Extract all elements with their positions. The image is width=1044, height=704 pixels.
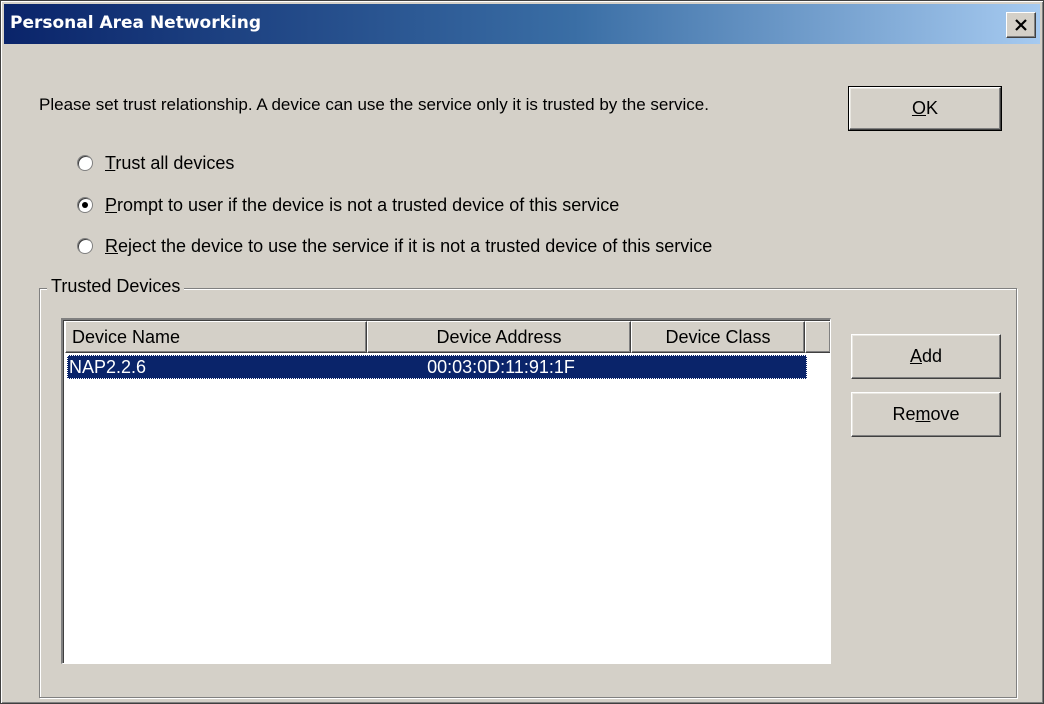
remove-button-label: Remove: [892, 404, 960, 424]
cell-device-name: NAP2.2.6: [69, 356, 147, 377]
window-title: Personal Area Networking: [10, 13, 262, 33]
radio-trust-all[interactable]: Trust all devices: [77, 150, 234, 176]
list-header: Device Name Device Address Device Class: [65, 321, 830, 353]
radio-button[interactable]: [77, 155, 93, 171]
pan-dialog: Personal Area Networking Please set trus…: [0, 0, 1044, 704]
radio-button[interactable]: [77, 238, 93, 254]
table-row[interactable]: NAP2.2.6 00:03:0D:11:91:1F: [67, 355, 807, 379]
radio-prompt-user[interactable]: Prompt to user if the device is not a tr…: [77, 192, 619, 218]
column-header-device-address[interactable]: Device Address: [367, 321, 631, 353]
add-button[interactable]: Add: [851, 334, 1001, 379]
trusted-devices-list[interactable]: Device Name Device Address Device Class …: [61, 318, 831, 664]
instruction-text: Please set trust relationship. A device …: [39, 95, 709, 114]
radio-button-selected[interactable]: [77, 197, 93, 213]
trusted-devices-label: Trusted Devices: [47, 276, 185, 297]
ok-button-label: OK: [911, 98, 939, 118]
cell-device-address: 00:03:0D:11:91:1F: [427, 356, 575, 377]
radio-reject-device[interactable]: Reject the device to use the service if …: [77, 233, 712, 259]
radio-label-reject-device: Reject the device to use the service if …: [105, 235, 713, 256]
column-header-device-class[interactable]: Device Class: [631, 321, 805, 353]
column-header-device-name[interactable]: Device Name: [65, 321, 367, 353]
remove-button[interactable]: Remove: [851, 392, 1001, 437]
column-header-filler: [805, 321, 830, 353]
radio-label-prompt-user: Prompt to user if the device is not a tr…: [105, 194, 620, 215]
ok-button[interactable]: OK: [848, 86, 1002, 131]
radio-label-trust-all: Trust all devices: [105, 152, 235, 173]
title-bar[interactable]: Personal Area Networking: [4, 4, 1040, 44]
add-button-label: Add: [909, 346, 943, 366]
close-icon: [1015, 19, 1027, 31]
close-button[interactable]: [1006, 12, 1036, 38]
